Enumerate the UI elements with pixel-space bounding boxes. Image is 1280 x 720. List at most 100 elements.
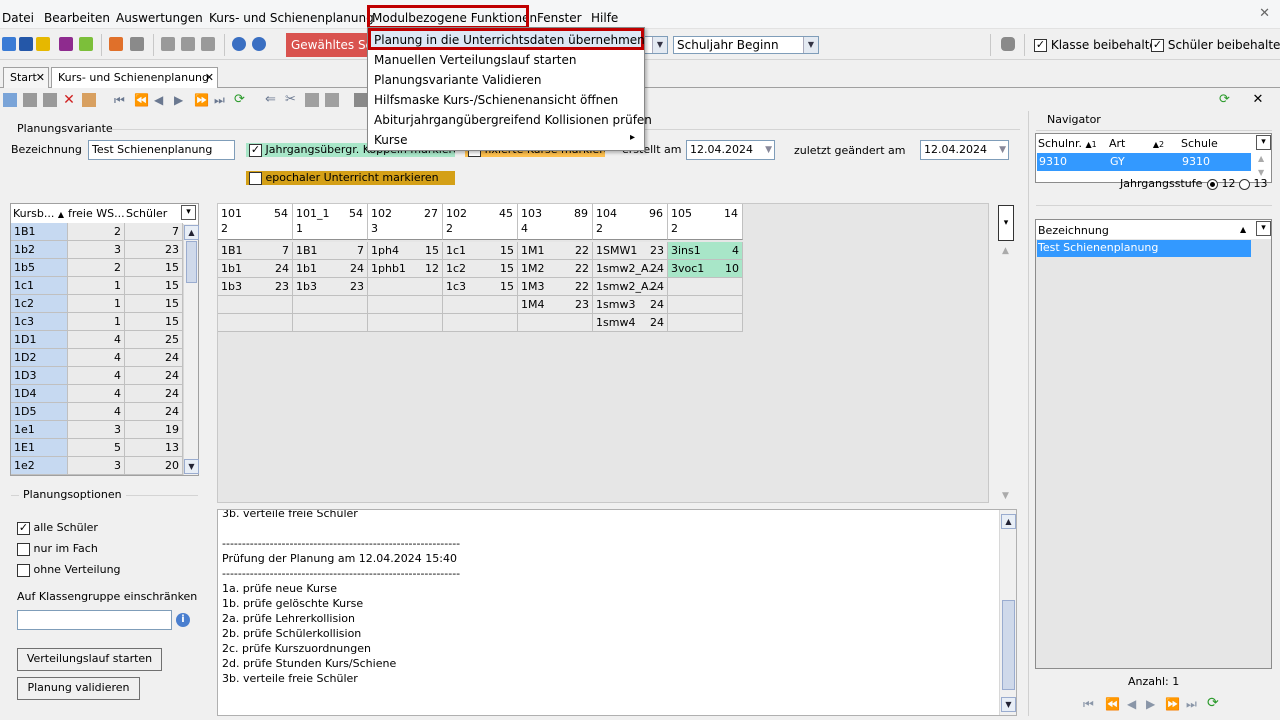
variant-row-selected[interactable]: Test Schienenplanung — [1037, 240, 1251, 257]
refresh-icon[interactable]: ⟳ — [1219, 93, 1233, 107]
jahrgang-koppeln-checkbox[interactable]: ✓ — [249, 143, 262, 157]
schiene-cell[interactable] — [518, 314, 593, 332]
copy-icon[interactable] — [161, 37, 175, 51]
alle-schueler-option[interactable]: ✓ alle Schüler — [17, 521, 98, 535]
table-row[interactable]: 1c3 1 15 — [11, 313, 183, 331]
planung-validieren-button[interactable]: Planung validieren — [17, 677, 140, 700]
info-icon[interactable]: i — [176, 613, 190, 627]
table-row[interactable]: 1B1 2 7 — [11, 223, 183, 241]
scroll-up-icon[interactable]: ▲ — [184, 225, 199, 240]
close-panel-icon[interactable]: ✕ — [1251, 93, 1265, 107]
schiene-header[interactable]: 102 27 3 — [368, 204, 443, 240]
user-icon[interactable] — [1001, 37, 1015, 51]
schiene-cell[interactable]: 1smw2_A... 24 — [593, 260, 668, 278]
toolbar-combo-partial[interactable]: ▼ — [644, 36, 668, 54]
col-header-schulnr[interactable]: Schulnr. ▲1 — [1038, 137, 1097, 152]
table-row[interactable]: 1e1 3 19 — [11, 421, 183, 439]
epochal-option[interactable]: epochaler Unterricht markieren — [246, 171, 455, 185]
save-icon[interactable] — [23, 93, 37, 107]
next-page-icon[interactable]: ⏩ — [1165, 697, 1180, 711]
schiene-cell[interactable]: 1b1 24 — [218, 260, 293, 278]
tab-start[interactable]: Start ✕ — [3, 67, 49, 88]
next-page-icon[interactable]: ⏩ — [194, 93, 209, 107]
keep-student-checkbox[interactable]: ✓ — [1151, 39, 1164, 52]
jahrgang-12-option[interactable]: 12 — [1207, 177, 1236, 191]
refresh-icon[interactable]: ⟳ — [1207, 695, 1219, 711]
print-icon[interactable] — [130, 37, 144, 51]
schiene-cell[interactable] — [668, 278, 743, 296]
cut-icon[interactable]: ✂ — [285, 93, 299, 107]
last-record-icon[interactable]: ⏭ — [1186, 697, 1197, 712]
schiene-header[interactable]: 101_1 54 1 — [293, 204, 368, 240]
table-row[interactable]: 1e2 3 20 — [11, 457, 183, 475]
previous-record-icon[interactable]: ◀ — [1127, 697, 1136, 711]
scroll-thumb[interactable] — [186, 241, 197, 283]
alle-schueler-checkbox[interactable]: ✓ — [17, 521, 30, 535]
table-row[interactable]: 1D1 4 25 — [11, 331, 183, 349]
menu-item-hilfsmaske-oeffnen[interactable]: Hilfsmaske Kurs-/Schienenansicht öffnen — [374, 92, 618, 108]
schiene-cell[interactable] — [668, 296, 743, 314]
schiene-cell[interactable]: 1ph4 15 — [368, 242, 443, 260]
schiene-cell[interactable]: 1c3 15 — [443, 278, 518, 296]
table-row[interactable]: 1b5 2 15 — [11, 259, 183, 277]
menu-kurs-und-schienenplanung[interactable]: Kurs- und Schienenplanung — [209, 10, 374, 26]
table-row[interactable]: 1D2 4 24 — [11, 349, 183, 367]
schiene-cell[interactable]: 1smw3 24 — [593, 296, 668, 314]
scroll-thumb[interactable] — [1002, 600, 1015, 690]
schiene-cell[interactable]: 3voc1 10 — [668, 260, 743, 278]
school-row-selected[interactable]: 9310 GY 9310 — [1037, 153, 1251, 171]
schiene-header[interactable]: 105 14 2 — [668, 204, 743, 240]
previous-page-icon[interactable]: ⏪ — [134, 93, 149, 107]
previous-record-icon[interactable]: ◀ — [154, 93, 168, 107]
schiene-cell[interactable]: 1c1 15 — [443, 242, 518, 260]
schiene-cell[interactable]: 1smw4 24 — [593, 314, 668, 332]
schiene-cell[interactable]: 1M3 22 — [518, 278, 593, 296]
close-icon[interactable]: ✕ — [36, 68, 45, 87]
scroll-up-icon[interactable]: ▲ — [1001, 514, 1016, 529]
calendar-icon[interactable] — [109, 37, 123, 51]
note-icon[interactable] — [79, 37, 93, 51]
scroll-down-icon[interactable]: ▼ — [1002, 491, 1009, 501]
book-icon[interactable] — [59, 37, 73, 51]
menu-datei[interactable]: Datei — [2, 10, 34, 26]
schiene-header[interactable]: 103 89 4 — [518, 204, 593, 240]
paste-icon[interactable] — [325, 93, 339, 107]
schiene-cell[interactable] — [218, 314, 293, 332]
col-header-kursbezeichnung[interactable]: Kursb... ▲ — [13, 207, 64, 222]
scroll-down-icon[interactable]: ▼ — [184, 459, 199, 474]
jahrgang-13-option[interactable]: 13 — [1239, 177, 1268, 191]
module-icon[interactable] — [19, 37, 33, 51]
people-icon[interactable] — [36, 37, 50, 51]
window-close-icon[interactable]: ✕ — [1259, 6, 1270, 21]
copy-icon[interactable] — [305, 93, 319, 107]
col-header-schule[interactable]: Schule — [1181, 137, 1218, 151]
refresh-icon[interactable]: ⟳ — [234, 93, 248, 107]
first-record-icon[interactable]: ⏮ — [1083, 697, 1094, 712]
tools-icon[interactable] — [181, 37, 195, 51]
scroll-down-icon[interactable]: ▼ — [1001, 697, 1016, 712]
menu-hilfe[interactable]: Hilfe — [591, 10, 618, 26]
new-icon[interactable] — [3, 93, 17, 107]
schiene-cell[interactable]: 1B1 7 — [293, 242, 368, 260]
schiene-cell[interactable] — [368, 278, 443, 296]
schiene-cell[interactable] — [668, 314, 743, 332]
close-icon[interactable]: ✕ — [205, 68, 214, 87]
first-record-icon[interactable]: ⏮ — [114, 93, 128, 107]
menu-auswertungen[interactable]: Auswertungen — [116, 10, 203, 26]
col-header-schueler[interactable]: Schüler — [126, 207, 167, 221]
schiene-cell[interactable]: 1b1 24 — [293, 260, 368, 278]
geaendert-date-field[interactable]: 12.04.2024 ▼ — [920, 140, 1009, 160]
menu-item-planungsvariante-validieren[interactable]: Planungsvariante Validieren — [374, 72, 541, 88]
radio-13[interactable] — [1239, 178, 1250, 190]
scroll-up-icon[interactable]: ▲ — [1002, 246, 1009, 256]
lightning-icon[interactable] — [201, 37, 215, 51]
keep-class-checkbox[interactable]: ✓ — [1034, 39, 1047, 52]
schiene-cell[interactable]: 1SMW1 23 — [593, 242, 668, 260]
log-scrollbar[interactable]: ▲ ▼ — [999, 510, 1016, 715]
schiene-cell[interactable]: 1M4 23 — [518, 296, 593, 314]
edit-icon[interactable] — [82, 93, 96, 107]
ohne-verteilung-checkbox[interactable] — [17, 563, 30, 577]
keep-class-option[interactable]: ✓ Klasse beibehalten — [1034, 38, 1164, 52]
last-record-icon[interactable]: ⏭ — [214, 93, 228, 107]
column-chooser-icon[interactable]: ▾ — [181, 205, 196, 220]
